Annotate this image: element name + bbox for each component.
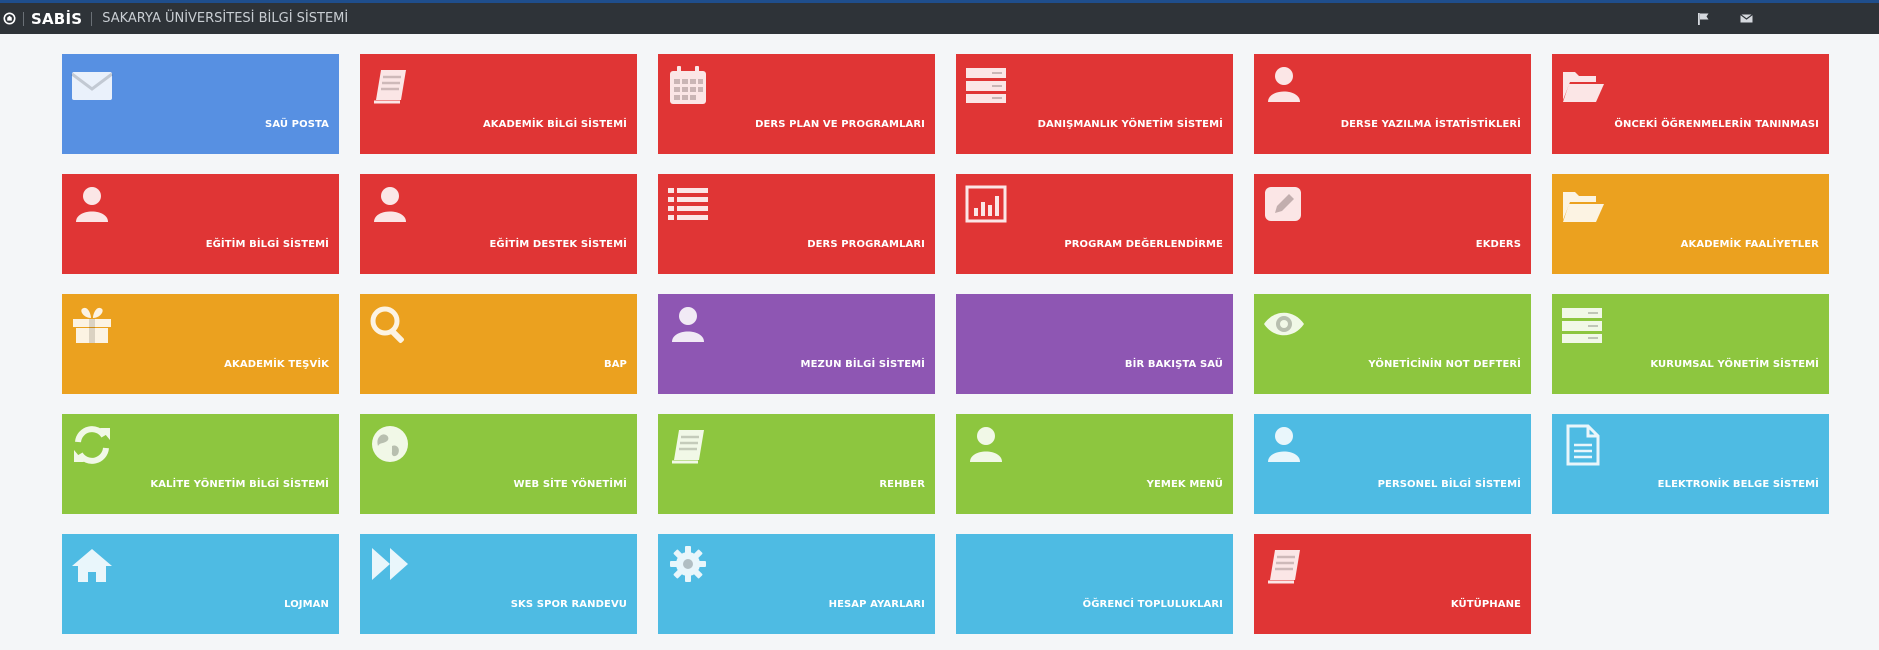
page-title: SAKARYA ÜNİVERSİTESİ BİLGİ SİSTEMİ (102, 11, 349, 26)
folder-open-icon (1560, 184, 1604, 228)
globe-icon (368, 424, 412, 468)
app-tile[interactable]: AKADEMİK FAALİYETLER (1552, 174, 1829, 274)
user-icon (70, 184, 114, 228)
app-tile-label: KURUMSAL YÖNETİM SİSTEMİ (1650, 359, 1819, 370)
app-tile-label: WEB SİTE YÖNETİMİ (513, 479, 627, 490)
app-tile[interactable]: REHBER (658, 414, 935, 514)
app-tile[interactable]: KURUMSAL YÖNETİM SİSTEMİ (1552, 294, 1829, 394)
user-icon (1262, 424, 1306, 468)
app-tile-label: SAÜ POSTA (265, 119, 329, 130)
user-icon (666, 304, 710, 348)
refresh-icon (70, 424, 114, 468)
app-tile-label: YÖNETİCİNİN NOT DEFTERİ (1368, 359, 1521, 370)
app-tile[interactable]: DANIŞMANLIK YÖNETİM SİSTEMİ (956, 54, 1233, 154)
user-icon (964, 424, 1008, 468)
app-tile[interactable]: EĞİTİM BİLGİ SİSTEMİ (62, 174, 339, 274)
app-tile[interactable]: DERS PLAN VE PROGRAMLARI (658, 54, 935, 154)
university-logo-icon[interactable] (3, 12, 16, 25)
app-tile[interactable]: SKS SPOR RANDEVU (360, 534, 637, 634)
app-tile[interactable]: BİR BAKIŞTA SAÜ (956, 294, 1233, 394)
gift-icon (70, 304, 114, 348)
app-tile-label: ÖNCEKİ ÖĞRENMELERİN TANINMASI (1614, 119, 1819, 130)
app-tile[interactable]: PERSONEL BİLGİ SİSTEMİ (1254, 414, 1531, 514)
app-tile-label: SKS SPOR RANDEVU (510, 599, 627, 610)
book-icon (368, 64, 412, 108)
folder-open-icon (1560, 64, 1604, 108)
server-icon (1560, 304, 1604, 348)
app-tile-label: DANIŞMANLIK YÖNETİM SİSTEMİ (1037, 119, 1223, 130)
app-tile[interactable]: LOJMAN (62, 534, 339, 634)
top-navigation-bar: SABİS SAKARYA ÜNİVERSİTESİ BİLGİ SİSTEMİ (0, 3, 1879, 34)
app-tile[interactable]: SAÜ POSTA (62, 54, 339, 154)
app-tile[interactable]: AKADEMİK BİLGİ SİSTEMİ (360, 54, 637, 154)
book-icon (666, 424, 710, 468)
topbar-divider (91, 11, 93, 26)
search-icon (368, 304, 412, 348)
app-tile-label: BAP (604, 359, 627, 370)
app-tile-label: MEZUN BİLGİ SİSTEMİ (800, 359, 925, 370)
app-tile[interactable]: YÖNETİCİNİN NOT DEFTERİ (1254, 294, 1531, 394)
list-icon (666, 184, 710, 228)
app-tile-label: ÖĞRENCİ TOPLULUKLARI (1082, 599, 1223, 610)
app-tile-label: REHBER (879, 479, 925, 490)
app-tile-label: AKADEMİK FAALİYETLER (1680, 239, 1819, 250)
app-tile[interactable]: ÖNCEKİ ÖĞRENMELERİN TANINMASI (1552, 54, 1829, 154)
app-tile[interactable]: ELEKTRONİK BELGE SİSTEMİ (1552, 414, 1829, 514)
app-tile[interactable]: DERSE YAZILMA İSTATİSTİKLERİ (1254, 54, 1531, 154)
home-icon (70, 544, 114, 588)
app-tile-label: YEMEK MENÜ (1146, 479, 1223, 490)
app-tile[interactable]: WEB SİTE YÖNETİMİ (360, 414, 637, 514)
book-icon (1262, 544, 1306, 588)
eye-icon (1262, 304, 1306, 348)
app-tile[interactable]: KÜTÜPHANE (1254, 534, 1531, 634)
app-tile-label: EKDERS (1475, 239, 1521, 250)
server-icon (964, 64, 1008, 108)
app-tile[interactable]: MEZUN BİLGİ SİSTEMİ (658, 294, 935, 394)
app-tile[interactable]: AKADEMİK TEŞVİK (62, 294, 339, 394)
app-tile[interactable]: KALİTE YÖNETİM BİLGİ SİSTEMİ (62, 414, 339, 514)
app-tile[interactable]: HESAP AYARLARI (658, 534, 935, 634)
app-tile[interactable]: PROGRAM DEĞERLENDİRME (956, 174, 1233, 274)
cog-icon (666, 544, 710, 588)
app-tile-label: ELEKTRONİK BELGE SİSTEMİ (1657, 479, 1819, 490)
app-tile-label: PERSONEL BİLGİ SİSTEMİ (1377, 479, 1521, 490)
app-tile-label: KALİTE YÖNETİM BİLGİ SİSTEMİ (150, 479, 329, 490)
app-tile-label: AKADEMİK BİLGİ SİSTEMİ (482, 119, 627, 130)
app-tile-label: LOJMAN (284, 599, 329, 610)
fast-forward-icon (368, 544, 412, 588)
app-tile[interactable]: EĞİTİM DESTEK SİSTEMİ (360, 174, 637, 274)
envelope-icon (70, 64, 114, 108)
app-tile-label: EĞİTİM DESTEK SİSTEMİ (489, 239, 627, 250)
bar-chart-icon (964, 184, 1008, 228)
mail-icon[interactable] (1739, 11, 1754, 26)
app-tile[interactable]: EKDERS (1254, 174, 1531, 274)
app-tile-label: DERS PLAN VE PROGRAMLARI (755, 119, 925, 130)
app-tile-label: BİR BAKIŞTA SAÜ (1124, 359, 1223, 370)
topbar-divider (23, 11, 24, 26)
app-tile-label: DERSE YAZILMA İSTATİSTİKLERİ (1340, 119, 1521, 130)
calendar-icon (666, 64, 710, 108)
app-tile-label: PROGRAM DEĞERLENDİRME (1064, 239, 1223, 250)
app-tile-label: AKADEMİK TEŞVİK (224, 359, 329, 370)
file-icon (1560, 424, 1604, 468)
app-tile-label: DERS PROGRAMLARI (807, 239, 925, 250)
app-tile[interactable]: YEMEK MENÜ (956, 414, 1233, 514)
app-tile[interactable]: ÖĞRENCİ TOPLULUKLARI (956, 534, 1233, 634)
app-tile-label: HESAP AYARLARI (828, 599, 925, 610)
user-icon (1262, 64, 1306, 108)
brand-logo-text[interactable]: SABİS (31, 10, 82, 28)
app-tile-label: EĞİTİM BİLGİ SİSTEMİ (205, 239, 329, 250)
flag-icon[interactable] (1696, 11, 1711, 26)
edit-icon (1262, 184, 1306, 228)
app-tile[interactable]: BAP (360, 294, 637, 394)
app-tile[interactable]: DERS PROGRAMLARI (658, 174, 935, 274)
user-icon (368, 184, 412, 228)
app-tile-label: KÜTÜPHANE (1450, 599, 1521, 610)
